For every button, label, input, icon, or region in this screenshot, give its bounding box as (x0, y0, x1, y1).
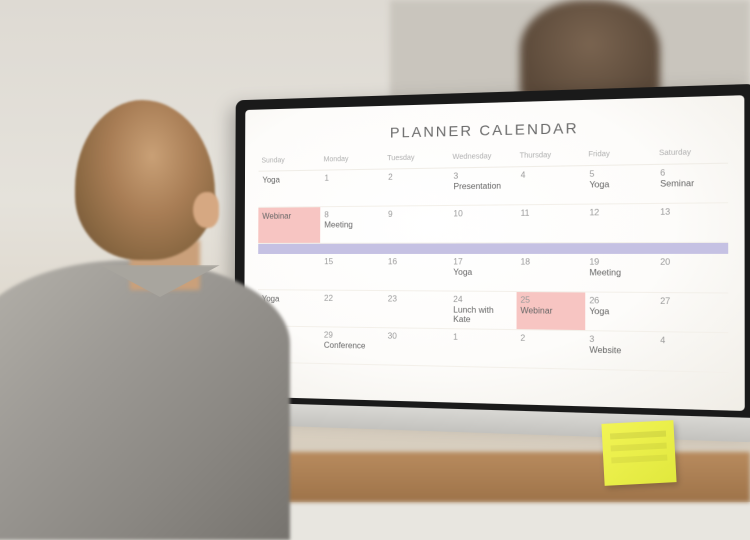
day-header: Friday (585, 148, 656, 167)
date-number: 18 (520, 257, 530, 267)
date-number: 11 (521, 208, 530, 218)
date-number: 23 (388, 294, 397, 303)
calendar-cell[interactable]: 30 (384, 328, 449, 367)
calendar-app: PLANNER CALENDAR SundayMondayTuesdayWedn… (244, 95, 745, 411)
calendar-cell[interactable]: 17 Yoga (449, 254, 516, 292)
calendar-cell[interactable]: 9 (384, 206, 449, 244)
event-label: Website (589, 346, 651, 357)
date-number: 5 (589, 169, 594, 179)
calendar-cell[interactable]: 24Lunch with Kate (449, 292, 516, 331)
day-header: Thursday (516, 149, 585, 167)
calendar-cell[interactable]: 27 (656, 293, 729, 333)
date-number: 3 (589, 334, 594, 344)
event-label: Yoga (453, 269, 512, 278)
date-number: 4 (660, 336, 665, 346)
calendar-cell[interactable]: 6Seminar (656, 164, 729, 204)
date-number: 1 (324, 174, 328, 183)
date-number: 10 (453, 209, 462, 218)
calendar-cell[interactable]: 4 (656, 332, 729, 373)
calendar-cell[interactable]: 29 Conference (320, 327, 384, 365)
event-label: Lunch with Kate (453, 306, 512, 325)
date-number: 8 (324, 210, 328, 219)
calendar-cell[interactable]: 3 Website (585, 331, 656, 371)
date-number: 12 (589, 208, 599, 218)
calendar-title: PLANNER CALENDAR (259, 115, 728, 143)
date-number: 24 (453, 295, 462, 305)
calendar-cell[interactable]: 5Yoga (585, 165, 656, 205)
date-number: 22 (324, 294, 333, 303)
foreground-person (0, 90, 300, 510)
calendar-cell[interactable]: 19 Meeting (585, 254, 656, 293)
date-number: 25 (520, 295, 530, 305)
date-number: 13 (660, 207, 670, 217)
date-number: 26 (589, 296, 599, 306)
calendar-cell[interactable]: 26 Yoga (585, 293, 656, 333)
date-number: 19 (589, 257, 599, 267)
person-head (75, 100, 215, 260)
day-header: Wednesday (449, 150, 516, 168)
event-label: Webinar (520, 307, 580, 317)
calendar-cell[interactable]: 18 (516, 254, 585, 293)
desk-surface (280, 452, 750, 502)
multi-day-event-bar[interactable] (258, 243, 728, 254)
calendar-grid: SundayMondayTuesdayWednesdayThursdayFrid… (258, 146, 729, 373)
calendar-cell[interactable]: 4 (516, 166, 585, 205)
date-number: 6 (660, 168, 665, 178)
event-label: Yoga (589, 180, 651, 190)
calendar-cell[interactable]: 16 (384, 254, 449, 292)
date-number: 1 (453, 332, 458, 341)
calendar-cell[interactable]: 22 (320, 291, 384, 329)
calendar-cell[interactable]: 1 (449, 329, 516, 368)
date-number: 17 (453, 257, 462, 266)
desktop-monitor: PLANNER CALENDAR SundayMondayTuesdayWedn… (234, 84, 750, 427)
date-number: 2 (388, 173, 393, 182)
date-number: 3 (454, 171, 459, 180)
date-number: 29 (324, 330, 333, 339)
calendar-cell[interactable]: 20 (656, 254, 729, 294)
calendar-cell[interactable]: 2 (516, 330, 585, 370)
person-ear (193, 192, 219, 228)
calendar-cell[interactable]: 10 (449, 205, 516, 243)
event-label: Yoga (589, 308, 651, 318)
event-label: Presentation (453, 182, 511, 192)
calendar-cell[interactable]: 12 (585, 204, 656, 243)
date-number: 20 (660, 257, 670, 267)
event-label: Meeting (589, 269, 651, 279)
date-number: 16 (388, 257, 397, 266)
date-number: 27 (660, 296, 670, 306)
event-label: Meeting (324, 221, 380, 230)
day-header: Saturday (656, 146, 729, 165)
calendar-cell[interactable]: 1 (320, 170, 384, 208)
date-number: 4 (521, 170, 526, 180)
calendar-cell[interactable]: 8 Meeting (320, 207, 384, 244)
person-shirt (0, 260, 290, 540)
calendar-cell[interactable]: 13 (656, 203, 729, 243)
day-header: Tuesday (384, 152, 449, 170)
date-number: 15 (324, 257, 333, 266)
date-number: 9 (388, 210, 393, 219)
sticky-note (601, 420, 676, 486)
event-label: Seminar (660, 179, 723, 189)
event-label: Conference (324, 342, 380, 352)
day-header: Monday (321, 153, 385, 171)
calendar-cell[interactable]: 23 (384, 291, 449, 329)
calendar-cell[interactable]: 25 Webinar (516, 292, 585, 331)
calendar-cell[interactable]: 11 (516, 205, 585, 244)
calendar-cell[interactable]: 2 (384, 168, 449, 206)
date-number: 30 (388, 331, 397, 340)
calendar-cell[interactable]: 3 Presentation (449, 167, 516, 206)
date-number: 2 (520, 333, 525, 343)
calendar-cell[interactable]: 15 (320, 254, 384, 291)
